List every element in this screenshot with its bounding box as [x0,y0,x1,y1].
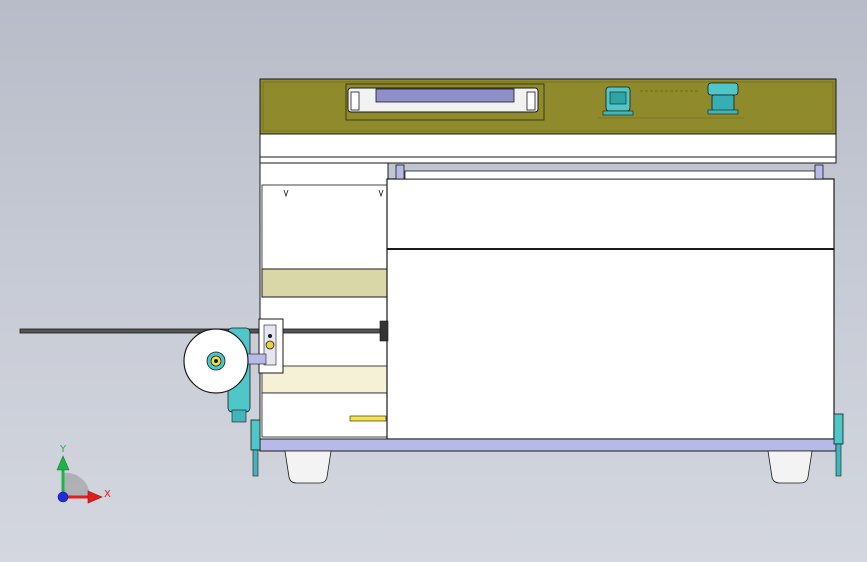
main-enclosure-upper [386,178,835,250]
bracket-bolt [265,340,275,350]
coordinate-triad: Y X [56,444,111,504]
machine-drawing: Y X [19,78,844,504]
x-axis-arrow [87,490,103,504]
machine-body [259,133,837,484]
cyan-cylinder-tip [231,409,247,423]
cad-viewport[interactable]: Y X [0,0,867,562]
tape-band [261,268,388,298]
triad-arc [63,472,91,497]
lever-left [250,419,261,477]
top-cover-lip [259,156,837,164]
rail-post-left [395,164,405,180]
rail-post-right [814,164,824,180]
upper-rail [404,170,816,180]
y-axis-label: Y [59,444,67,455]
foot-right [767,450,813,484]
foot-left [284,450,332,484]
bracket-bolt-small [268,334,272,338]
selector-knob-icon[interactable] [602,86,634,116]
left-upper-bay [261,184,388,270]
display-clip-right [526,91,536,111]
y-axis-arrow [56,455,70,471]
lower-bay [261,392,388,438]
display-clip-left [350,91,360,111]
rod-end-block [379,320,389,342]
control-panel [259,78,837,135]
z-axis-dot [57,491,69,503]
lcd-screen [375,88,515,103]
main-enclosure-lower [386,248,835,440]
reel-hub-core [214,359,218,363]
emergency-stop-icon[interactable] [707,82,739,115]
top-cover [259,133,837,160]
yellow-pin [349,415,387,422]
base-plate [259,438,837,452]
x-axis-label: X [104,489,111,500]
